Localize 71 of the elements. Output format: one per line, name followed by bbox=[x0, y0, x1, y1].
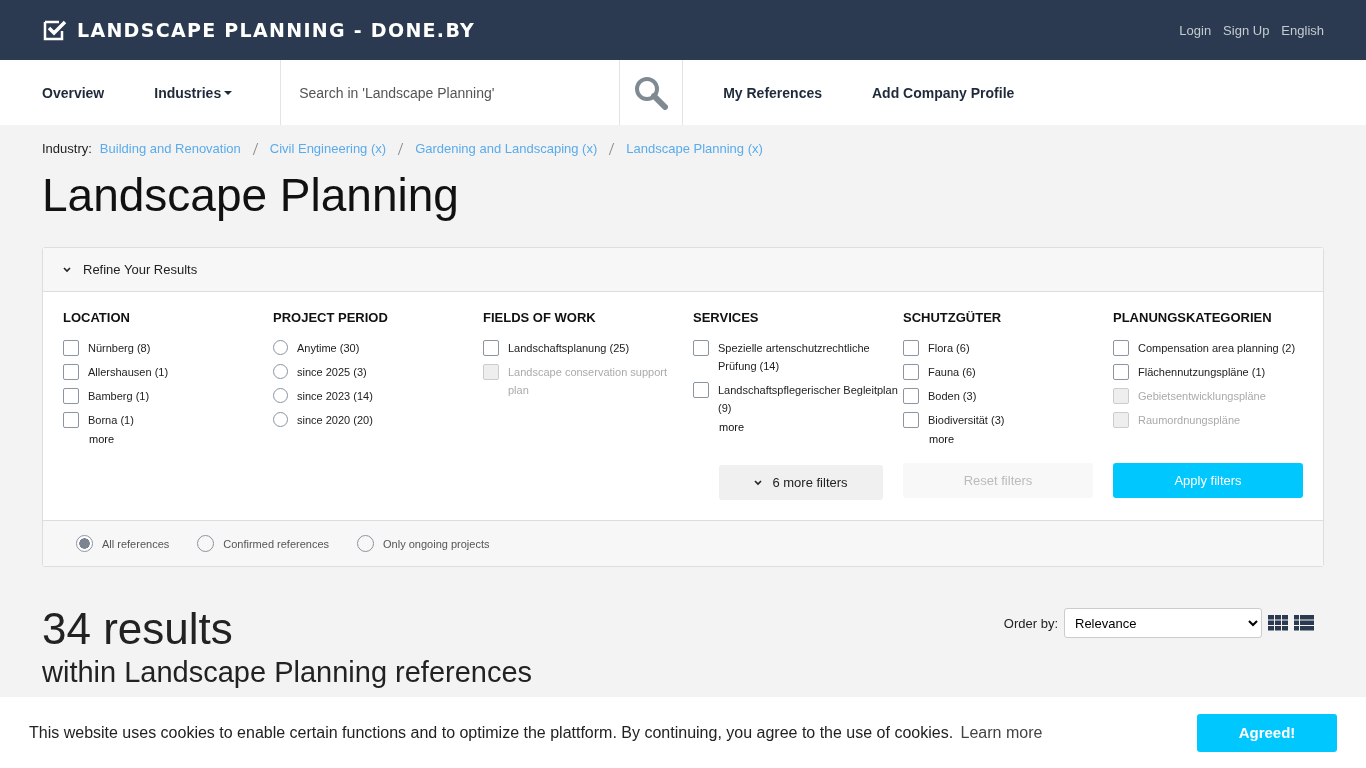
option-label: Flora (6) bbox=[928, 341, 970, 356]
option-label: Nürnberg (8) bbox=[88, 341, 151, 356]
option-label: Bamberg (1) bbox=[88, 389, 150, 404]
checkbox[interactable] bbox=[483, 340, 499, 356]
results-count: 34 results bbox=[42, 605, 234, 653]
option-label: Raumordnungspläne bbox=[1138, 413, 1241, 428]
option-label: Anytime (30) bbox=[297, 341, 360, 356]
nav-link[interactable]: Overview bbox=[42, 84, 105, 101]
option-label: Landscape conservation support plan bbox=[508, 365, 668, 398]
nav-link[interactable]: My References bbox=[723, 84, 822, 101]
radio-button[interactable] bbox=[76, 535, 93, 552]
results-subtitle: within Landscape Planning references bbox=[42, 655, 533, 690]
checkbox[interactable] bbox=[63, 412, 79, 428]
refine-header[interactable]: Refine Your Results bbox=[43, 248, 1323, 292]
option-label: Fauna (6) bbox=[928, 365, 976, 380]
filter-button[interactable]: 6 more filters bbox=[719, 465, 883, 500]
breadcrumb-label: Industry: bbox=[42, 141, 92, 156]
option-label: Spezielle artenschutzrechtliche Prüfung (14) bbox=[718, 341, 871, 374]
filter-heading: SERVICES bbox=[693, 310, 760, 325]
checkbox[interactable] bbox=[693, 382, 709, 398]
checkbox-logo-icon bbox=[42, 18, 68, 42]
site-title[interactable]: LANDSCAPE PLANNING - DONE.BY bbox=[77, 19, 476, 41]
grid-view-icon[interactable] bbox=[1268, 615, 1288, 631]
filter-heading: SCHUTZGÜTER bbox=[903, 310, 1003, 325]
option-label: All references bbox=[102, 537, 170, 550]
option-label: Gebietsentwicklungspläne bbox=[1138, 389, 1266, 404]
option-label: Confirmed references bbox=[223, 537, 330, 550]
header-link[interactable]: Login bbox=[1179, 22, 1212, 38]
checkbox[interactable] bbox=[903, 412, 919, 428]
page-title: Landscape Planning bbox=[42, 168, 460, 222]
order-select[interactable]: Relevance bbox=[1064, 608, 1262, 638]
filter-heading: LOCATION bbox=[63, 310, 131, 325]
option-label: Flächennutzungspläne (1) bbox=[1138, 365, 1266, 380]
option-label: Borna (1) bbox=[88, 413, 134, 428]
checkbox[interactable] bbox=[693, 340, 709, 356]
more-link[interactable]: more bbox=[719, 421, 745, 433]
option-label: since 2023 (14) bbox=[297, 389, 373, 404]
filter-heading: PLANUNGSKATEGORIEN bbox=[1113, 310, 1273, 325]
search-icon bbox=[634, 75, 669, 110]
checkbox[interactable] bbox=[1113, 364, 1129, 380]
learn-more-link[interactable]: Learn more bbox=[960, 723, 1043, 741]
search-button[interactable] bbox=[619, 60, 684, 125]
filter-heading: PROJECT PERIOD bbox=[273, 310, 389, 325]
option-label: since 2020 (20) bbox=[297, 413, 373, 428]
nav-link[interactable]: Industries bbox=[154, 84, 233, 101]
option-label: Biodiversität (3) bbox=[928, 413, 1005, 428]
option-label: Compensation area planning (2) bbox=[1138, 341, 1296, 356]
checkbox[interactable] bbox=[903, 388, 919, 404]
option-label: Allershausen (1) bbox=[88, 365, 169, 380]
option-label: Only ongoing projects bbox=[383, 537, 490, 550]
order-label: Order by: bbox=[1003, 615, 1058, 631]
option-label: Landschaftspflegerischer Begleitplan (9) bbox=[718, 383, 899, 416]
checkbox[interactable] bbox=[63, 340, 79, 356]
option-label: Landschaftsplanung (25) bbox=[508, 341, 630, 356]
checkbox[interactable] bbox=[63, 364, 79, 380]
list-view-icon[interactable] bbox=[1294, 615, 1314, 631]
cookie-message: This website uses cookies to enable certain functions and to optimize the plattform. By continuing, you agree to the use of cookies. Learn more bbox=[29, 723, 1043, 742]
chevron-icon bbox=[754, 479, 763, 486]
filter-heading: FIELDS OF WORK bbox=[483, 310, 597, 325]
option-label: Boden (3) bbox=[928, 389, 977, 404]
checkbox[interactable] bbox=[1113, 340, 1129, 356]
more-link[interactable]: more bbox=[929, 433, 955, 445]
checkbox[interactable] bbox=[903, 340, 919, 356]
header-link[interactable]: Sign Up bbox=[1223, 22, 1270, 38]
header-link[interactable]: English bbox=[1281, 22, 1324, 38]
checkbox[interactable] bbox=[63, 388, 79, 404]
option-label: since 2025 (3) bbox=[297, 365, 367, 380]
more-link[interactable]: more bbox=[89, 433, 115, 445]
refine-title: Refine Your Results bbox=[83, 262, 198, 277]
nav-link[interactable]: Add Company Profile bbox=[872, 84, 1015, 101]
checkbox[interactable] bbox=[903, 364, 919, 380]
